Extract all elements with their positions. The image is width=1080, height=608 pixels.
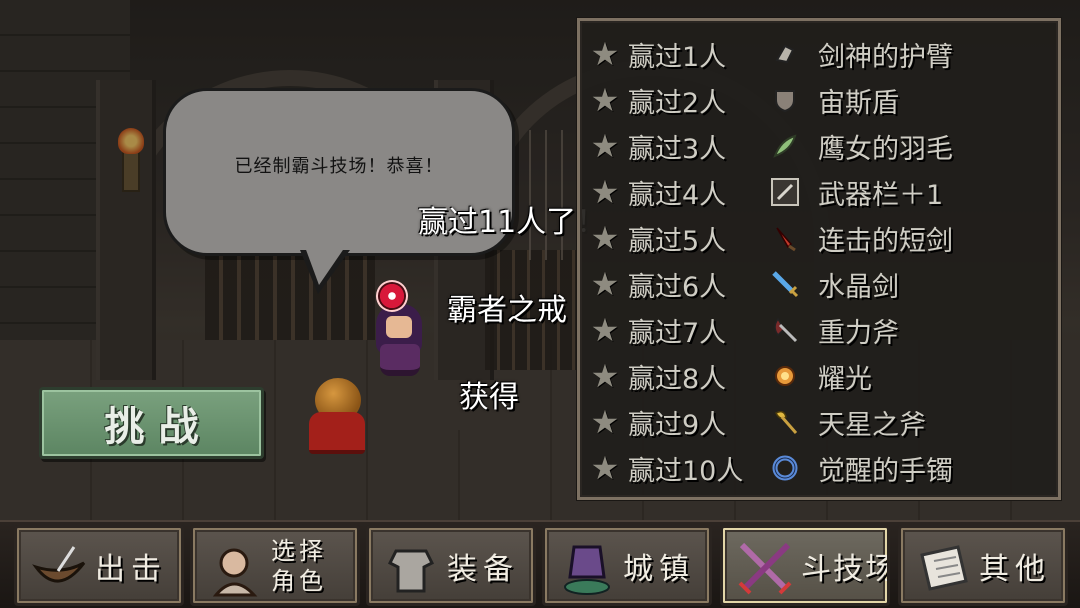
armor-icon bbox=[379, 536, 443, 600]
crossed-swords-icon bbox=[733, 536, 797, 600]
star-icon: ★ bbox=[590, 127, 620, 165]
reward-item: 天星之斧 bbox=[818, 409, 926, 441]
player-hero bbox=[305, 378, 369, 458]
nav-equip-label: 装备 bbox=[447, 551, 519, 587]
reward-item: 觉醒的手镯 bbox=[818, 455, 953, 487]
star-icon: ★ bbox=[590, 81, 620, 119]
axe-icon bbox=[770, 315, 800, 345]
weapon-slot-icon bbox=[770, 177, 800, 207]
reward-row: ★ 赢过3人 鹰女的羽毛 bbox=[580, 123, 1060, 169]
town-npc-icon bbox=[555, 536, 619, 600]
challenge-button-label: 挑战 bbox=[104, 404, 213, 450]
reward-item: 宙斯盾 bbox=[818, 87, 899, 119]
crystal-sword-icon bbox=[770, 269, 800, 299]
star-icon: ★ bbox=[590, 35, 620, 73]
nav-sortie-label: 出击 bbox=[95, 551, 167, 587]
win-requirement: 赢过3人 bbox=[628, 133, 727, 165]
win-requirement: 赢过1人 bbox=[628, 41, 727, 73]
feather-icon bbox=[770, 131, 800, 161]
obtained-message: 获得 bbox=[459, 380, 519, 415]
star-icon: ★ bbox=[590, 265, 620, 303]
arena-rewards-panel: ★ 赢过1人 剑神的护臂 ★ 赢过2人 宙斯盾 ★ 赢过3人 鹰女的羽毛 ★ 赢… bbox=[577, 18, 1061, 500]
bracelet-icon bbox=[770, 453, 800, 483]
reward-item: 鹰女的羽毛 bbox=[818, 133, 953, 165]
win-requirement: 赢过5人 bbox=[628, 225, 727, 257]
nav-equip-button[interactable]: 装备 bbox=[366, 525, 536, 606]
nav-sortie-button[interactable]: 出击 bbox=[14, 525, 184, 606]
reward-row: ★ 赢过9人 天星之斧 bbox=[580, 399, 1060, 445]
win-requirement: 赢过2人 bbox=[628, 87, 727, 119]
bottom-nav-bar: 出击 选择 角色 装备 城镇 斗技场 其他 bbox=[0, 520, 1080, 608]
reward-row: ★ 赢过10人 觉醒的手镯 bbox=[580, 445, 1060, 491]
win-requirement: 赢过6人 bbox=[628, 271, 727, 303]
nav-select-character-button[interactable]: 选择 角色 bbox=[190, 525, 360, 606]
reward-row: ★ 赢过8人 耀光 bbox=[580, 353, 1060, 399]
reward-row: ★ 赢过1人 剑神的护臂 bbox=[580, 31, 1060, 77]
reward-item: 重力斧 bbox=[818, 317, 899, 349]
reward-row: ★ 赢过4人 武器栏＋1 bbox=[580, 169, 1060, 215]
dagger-icon bbox=[770, 223, 800, 253]
reward-row: ★ 赢过5人 连击的短剑 bbox=[580, 215, 1060, 261]
reward-item: 水晶剑 bbox=[818, 271, 899, 303]
star-icon: ★ bbox=[590, 403, 620, 441]
nav-town-button[interactable]: 城镇 bbox=[542, 525, 712, 606]
reward-item: 剑神的护臂 bbox=[818, 41, 953, 73]
arena-master-npc bbox=[370, 300, 430, 378]
star-icon: ★ bbox=[590, 311, 620, 349]
star-icon: ★ bbox=[590, 357, 620, 395]
challenge-button[interactable]: 挑战 bbox=[39, 387, 264, 459]
boat-icon bbox=[27, 536, 91, 600]
win-requirement: 赢过7人 bbox=[628, 317, 727, 349]
reward-item: 耀光 bbox=[818, 363, 872, 395]
nav-select-character-label: 选择 角色 bbox=[271, 536, 327, 595]
nav-town-label: 城镇 bbox=[623, 551, 695, 587]
speech-bubble-text: 已经制霸斗技场！恭喜！ bbox=[234, 156, 444, 177]
nav-arena-label: 斗技场 bbox=[801, 551, 890, 587]
reward-row: ★ 赢过6人 水晶剑 bbox=[580, 261, 1060, 307]
star-icon: ★ bbox=[590, 173, 620, 211]
nav-arena-button[interactable]: 斗技场 bbox=[720, 525, 890, 606]
reward-row: ★ 赢过2人 宙斯盾 bbox=[580, 77, 1060, 123]
reward-row: ★ 赢过7人 重力斧 bbox=[580, 307, 1060, 353]
character-portrait-icon bbox=[203, 536, 267, 600]
reward-item: 连击的短剑 bbox=[818, 225, 953, 257]
win-requirement: 赢过10人 bbox=[628, 455, 744, 487]
win-requirement: 赢过8人 bbox=[628, 363, 727, 395]
shield-icon bbox=[770, 85, 800, 115]
nav-other-button[interactable]: 其他 bbox=[898, 525, 1068, 606]
star-icon: ★ bbox=[590, 449, 620, 487]
win-requirement: 赢过4人 bbox=[628, 179, 727, 211]
star-axe-icon bbox=[770, 407, 800, 437]
win-requirement: 赢过9人 bbox=[628, 409, 727, 441]
armguard-icon bbox=[770, 39, 800, 69]
star-icon: ★ bbox=[590, 219, 620, 257]
scroll-icon bbox=[911, 536, 975, 600]
shine-icon bbox=[770, 361, 800, 391]
reward-item: 武器栏＋1 bbox=[818, 179, 944, 211]
nav-other-label: 其他 bbox=[979, 551, 1051, 587]
reward-item-name: 霸者之戒 bbox=[447, 293, 567, 328]
